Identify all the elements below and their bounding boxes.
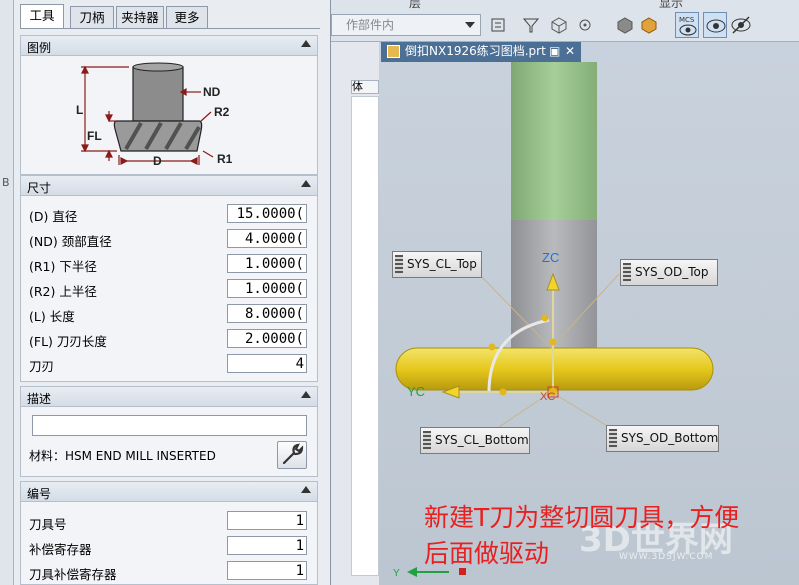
column-header: 体 [351, 80, 379, 94]
diameter-field[interactable]: 15.0000( [227, 204, 307, 223]
document-tab[interactable]: 倒扣NX1926练习图档.prt ▣ ✕ [381, 42, 581, 62]
tab-holder[interactable]: 夹持器 [116, 6, 164, 28]
part-file-icon [387, 45, 400, 58]
wrench-icon [282, 443, 304, 465]
dim-label-d: (D) 直径 [29, 209, 78, 224]
adjust-register-field[interactable]: 1 [227, 536, 307, 555]
zc-axis-label: ZC [542, 250, 559, 265]
sys-od-bottom-label[interactable]: SYS_OD_Bottom [606, 425, 719, 452]
dimensions-group: 尺寸 (D) 直径 15.0000( (ND) 颈部直径 4.0000( (R1… [20, 175, 318, 382]
mcs-view-icon[interactable]: MCS [675, 12, 699, 38]
layer-group-label: 层 [409, 0, 422, 10]
dim-label-r2: (R2) 上半径 [29, 284, 97, 299]
dimensions-header[interactable]: 尺寸 [21, 176, 317, 196]
navigator-panel: 体 [331, 0, 379, 585]
description-input[interactable] [32, 415, 307, 436]
grip-icon [623, 263, 631, 282]
dim-label-l: (L) 长度 [29, 309, 75, 324]
description-header[interactable]: 描述 [21, 387, 317, 407]
annotation-line-1: 新建T刀为整切圆刀具，方便 [424, 503, 740, 532]
dim-label-fl: (FL) 刀刃长度 [29, 334, 107, 349]
navigator-list [351, 96, 379, 576]
close-icon[interactable]: ✕ [565, 42, 575, 61]
material-library-button[interactable] [277, 441, 307, 469]
description-title: 描述 [27, 392, 52, 406]
strip-fragment: B [2, 176, 10, 189]
sys-cl-top-text: SYS_CL_Top [407, 257, 477, 271]
upper-radius-field[interactable]: 1.0000( [227, 279, 307, 298]
label-nd: ND [203, 85, 221, 99]
legend-group: 图例 ND R2 L FL D R1 [20, 35, 318, 175]
watermark-url: WWW.3DSJW.COM [619, 552, 714, 562]
tool-number-label: 刀具号 [29, 517, 67, 532]
material-label: 材料：HSM END MILL INSERTED [29, 449, 216, 463]
main-toolbar: 层 显示 作部件内 MCS [331, 0, 799, 42]
point-icon[interactable] [575, 15, 595, 35]
sys-cl-bottom-label[interactable]: SYS_CL_Bottom [420, 427, 530, 454]
grip-icon [395, 255, 403, 274]
tab-shank[interactable]: 刀柄 [70, 6, 114, 28]
y-axis-label: Y [393, 568, 400, 579]
label-r2: R2 [214, 105, 230, 119]
label-fl: FL [87, 129, 102, 143]
sys-od-top-label[interactable]: SYS_OD_Top [620, 259, 718, 286]
xc-axis-label: XC [540, 391, 555, 403]
flute-length-field[interactable]: 2.0000( [227, 329, 307, 348]
legend-header[interactable]: 图例 [21, 36, 317, 56]
grip-icon [609, 429, 617, 448]
document-tab-title: 倒扣NX1926练习图档.prt [405, 44, 546, 58]
numbering-group: 编号 刀具号 1 补偿寄存器 1 刀具补偿寄存器 1 [20, 481, 318, 585]
lower-radius-field[interactable]: 1.0000( [227, 254, 307, 273]
tool-diagram: ND R2 L FL D R1 [76, 62, 233, 168]
sys-cl-bottom-text: SYS_CL_Bottom [435, 433, 529, 447]
collapse-icon[interactable] [301, 486, 311, 493]
neck-diameter-field[interactable]: 4.0000( [227, 229, 307, 248]
collapse-icon[interactable] [301, 391, 311, 398]
svg-text:MCS: MCS [679, 16, 695, 24]
tab-more[interactable]: 更多 [166, 6, 208, 28]
tab-divider [20, 28, 320, 29]
dim-label-flutes: 刀刃 [29, 359, 55, 374]
filter-icon[interactable] [521, 15, 541, 35]
display-group-label: 显示 [659, 0, 684, 10]
collapse-icon[interactable] [301, 40, 311, 47]
flutes-field[interactable]: 4 [227, 354, 307, 373]
dimensions-title: 尺寸 [27, 181, 52, 195]
adjust-register-label: 补偿寄存器 [29, 542, 92, 557]
graphics-viewport[interactable]: ZC YC XC Y SYS_CL_Top SYS_OD_Top SYS_CL_… [379, 62, 799, 585]
label-r1: R1 [217, 152, 233, 166]
label-l: L [76, 103, 83, 117]
show-eye-icon[interactable] [703, 12, 727, 38]
chevron-down-icon[interactable] [465, 22, 475, 28]
tab-tool[interactable]: 工具 [20, 4, 64, 29]
length-field[interactable]: 8.0000( [227, 304, 307, 323]
orange-cube-icon[interactable] [639, 15, 659, 35]
sys-cl-top-label[interactable]: SYS_CL_Top [392, 251, 482, 278]
selection-scope-combo[interactable]: 作部件内 [331, 14, 481, 36]
numbering-header[interactable]: 编号 [21, 482, 317, 502]
sys-od-bottom-text: SYS_OD_Bottom [621, 431, 719, 445]
dim-label-r1: (R1) 下半径 [29, 259, 97, 274]
label-d: D [153, 154, 162, 168]
snap-icon[interactable] [489, 15, 509, 35]
legend-title: 图例 [27, 41, 52, 55]
sys-od-top-text: SYS_OD_Top [635, 265, 709, 279]
hide-eye-icon[interactable] [729, 12, 753, 38]
annotation-line-2: 后面做驱动 [424, 539, 550, 568]
float-window-icon[interactable]: ▣ [549, 42, 560, 61]
grip-icon [423, 431, 431, 450]
collapse-icon[interactable] [301, 180, 311, 187]
background-window-strip: B [0, 0, 14, 585]
cutcom-register-field[interactable]: 1 [227, 561, 307, 580]
yc-axis-label: YC [407, 384, 425, 399]
numbering-title: 编号 [27, 487, 52, 501]
tool-number-field[interactable]: 1 [227, 511, 307, 530]
description-group: 描述 材料：HSM END MILL INSERTED [20, 386, 318, 477]
cube-icon[interactable] [549, 15, 569, 35]
shaded-cube-icon[interactable] [615, 15, 635, 35]
dim-label-nd: (ND) 颈部直径 [29, 234, 112, 249]
cutcom-register-label: 刀具补偿寄存器 [29, 567, 117, 582]
